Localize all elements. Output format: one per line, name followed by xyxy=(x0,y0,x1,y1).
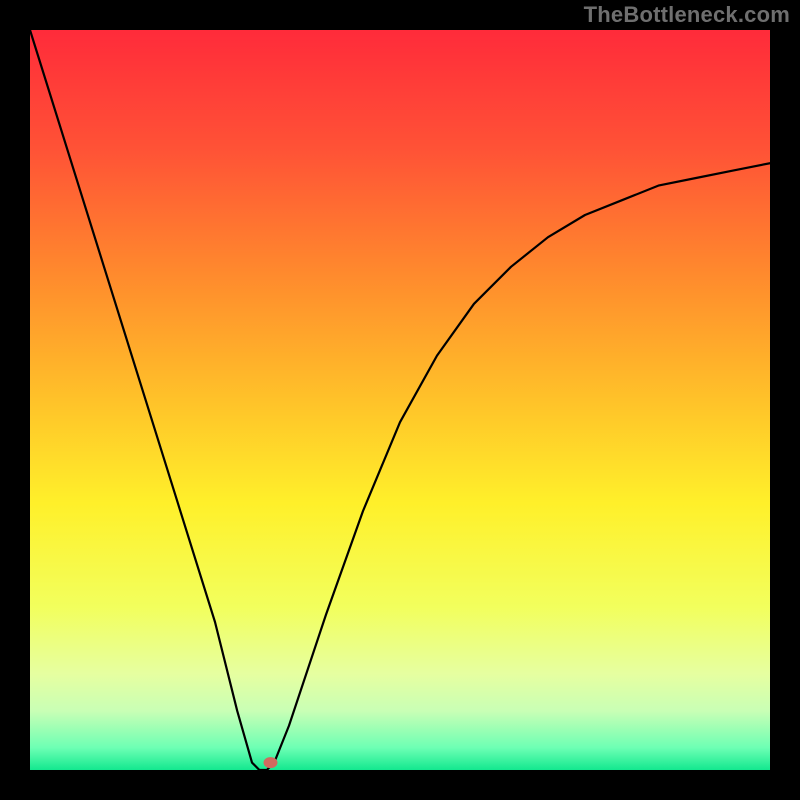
chart-bg xyxy=(30,30,770,770)
marker-dot xyxy=(264,757,278,768)
chart-svg xyxy=(30,30,770,770)
watermark: TheBottleneck.com xyxy=(584,2,790,28)
figure-frame: TheBottleneck.com xyxy=(0,0,800,800)
plot-frame xyxy=(30,30,770,770)
